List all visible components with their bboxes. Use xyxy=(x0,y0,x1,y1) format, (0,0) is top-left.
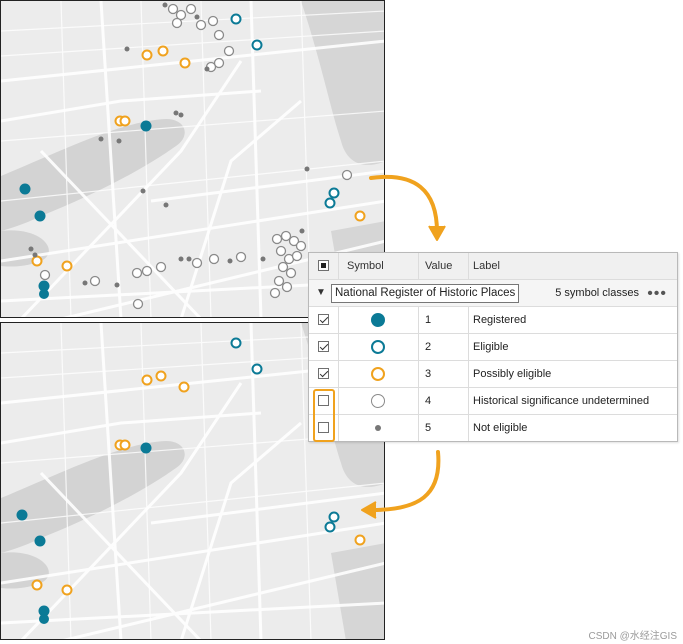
group-field-input[interactable]: National Register of Historic Places xyxy=(331,284,520,303)
class-label[interactable]: Not eligible xyxy=(469,415,677,441)
class-value: 4 xyxy=(419,388,469,414)
header-value[interactable]: Value xyxy=(419,253,469,279)
class-row-registered[interactable]: 1 Registered xyxy=(309,307,677,334)
class-row-not-eligible[interactable]: 5 Not eligible xyxy=(309,415,677,442)
header-symbol[interactable]: Symbol xyxy=(339,253,419,279)
class-checkbox[interactable] xyxy=(318,341,329,352)
chevron-down-icon[interactable]: ▼ xyxy=(316,287,326,298)
header-label[interactable]: Label xyxy=(469,253,677,279)
select-all-checkbox[interactable] xyxy=(318,260,329,271)
class-label[interactable]: Possibly eligible xyxy=(469,361,677,387)
class-label[interactable]: Historical significance undetermined xyxy=(469,388,677,414)
class-value: 2 xyxy=(419,334,469,360)
class-value: 1 xyxy=(419,307,469,333)
grey-dot-icon[interactable] xyxy=(375,425,381,431)
class-checkbox[interactable] xyxy=(318,314,329,325)
teal-ring-icon[interactable] xyxy=(371,340,385,354)
arrow-left-icon xyxy=(361,450,441,519)
filled-teal-circle-icon[interactable] xyxy=(371,313,385,327)
class-checkbox[interactable] xyxy=(318,368,329,379)
arrow-down-icon xyxy=(369,174,446,241)
more-options-icon[interactable]: ••• xyxy=(647,280,667,307)
class-row-eligible[interactable]: 2 Eligible xyxy=(309,334,677,361)
header-check-cell[interactable] xyxy=(309,253,339,279)
symbology-panel: Symbol Value Label ▼ National Register o… xyxy=(308,252,678,442)
class-row-possibly-eligible[interactable]: 3 Possibly eligible xyxy=(309,361,677,388)
table-header: Symbol Value Label xyxy=(309,253,677,280)
class-row-undetermined[interactable]: 4 Historical significance undetermined xyxy=(309,388,677,415)
class-value: 5 xyxy=(419,415,469,441)
watermark: CSDN @水经注GIS xyxy=(588,631,678,642)
group-row[interactable]: ▼ National Register of Historic Places 5… xyxy=(309,280,677,307)
class-label[interactable]: Registered xyxy=(469,307,677,333)
orange-ring-icon[interactable] xyxy=(371,367,385,381)
symbol-class-count: 5 symbol classes xyxy=(555,287,639,299)
unchecked-highlight-box xyxy=(313,389,335,442)
class-value: 3 xyxy=(419,361,469,387)
grey-ring-icon[interactable] xyxy=(371,394,385,408)
class-label[interactable]: Eligible xyxy=(469,334,677,360)
